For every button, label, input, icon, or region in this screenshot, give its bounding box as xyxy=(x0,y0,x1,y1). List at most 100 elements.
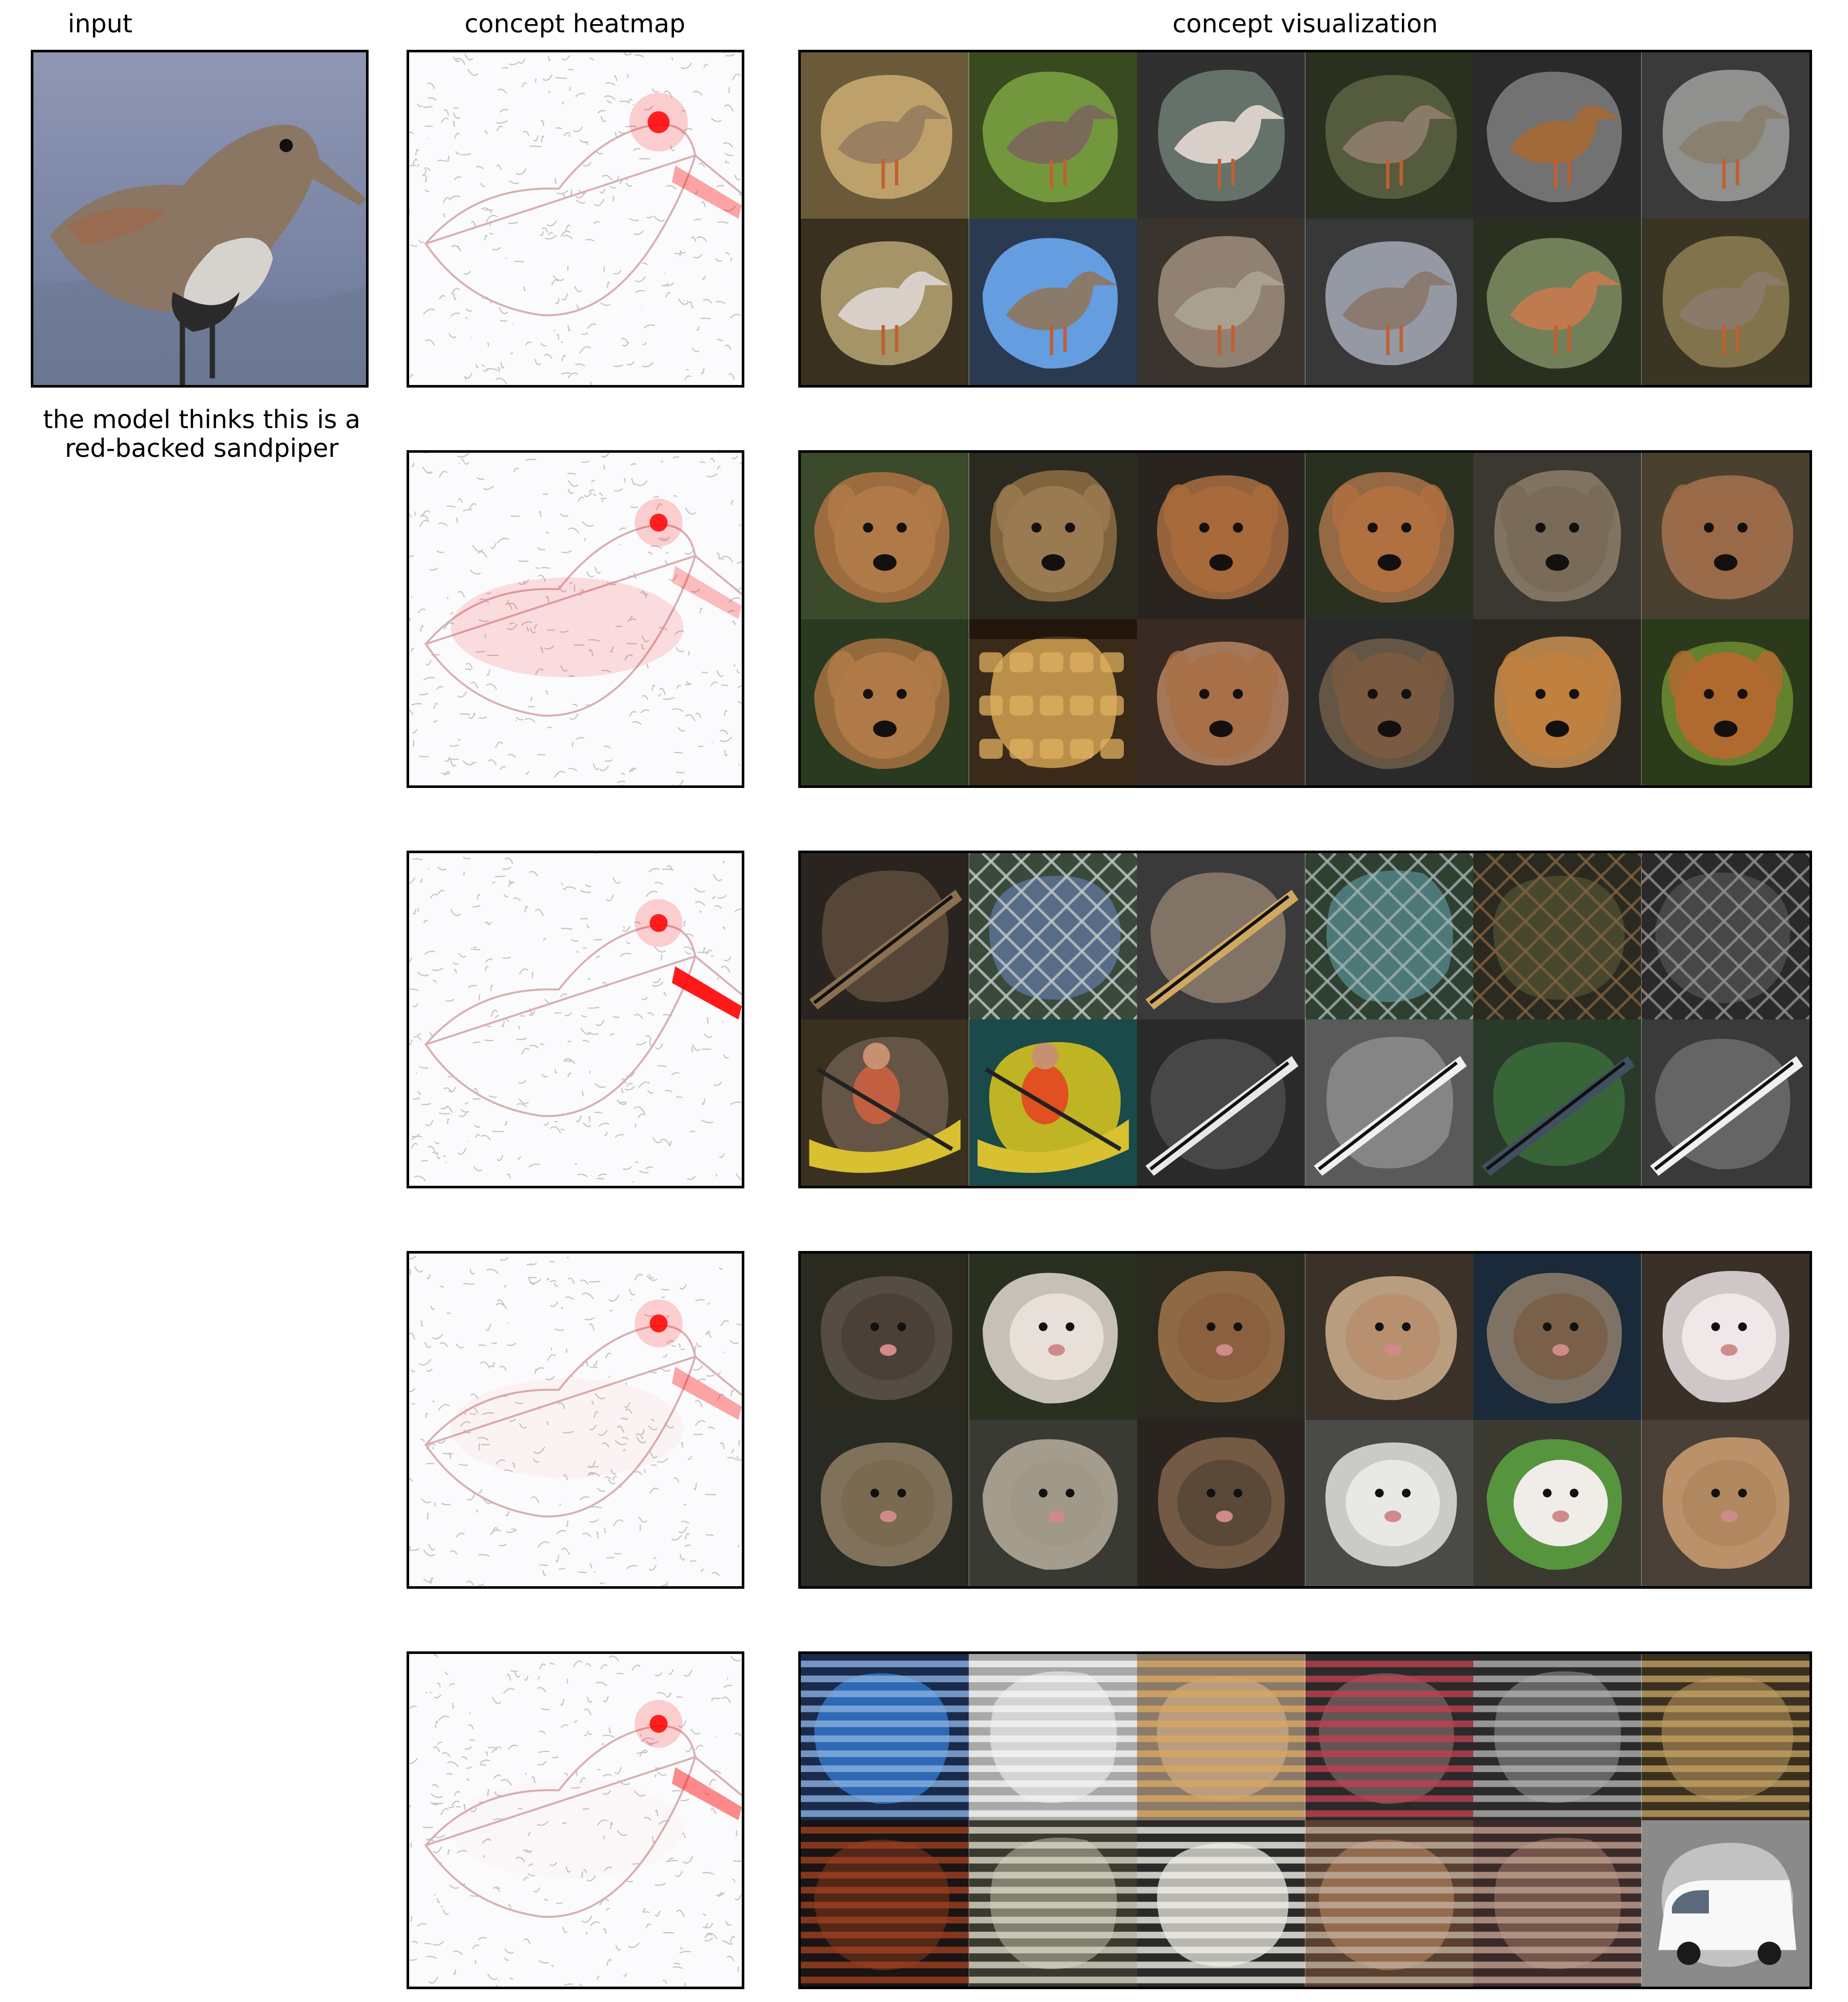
stripes-image xyxy=(801,1820,969,1987)
stripes-image xyxy=(801,1654,969,1820)
concept-3-example-6 xyxy=(1641,853,1810,1019)
concept-4-example-8 xyxy=(969,1420,1137,1586)
animal-image xyxy=(969,1420,1137,1586)
concept-2-example-6 xyxy=(1641,453,1810,619)
concept-visualization-5 xyxy=(798,1651,1812,1989)
concept-1-example-11 xyxy=(1473,219,1642,385)
visualization-column-title: concept visualization xyxy=(1172,9,1438,38)
concept-1-example-4 xyxy=(1305,52,1473,219)
concept-3-example-5 xyxy=(1473,853,1642,1019)
concept-4-example-2 xyxy=(969,1254,1137,1420)
bird-image xyxy=(1473,219,1642,385)
stripes-image xyxy=(969,1654,1137,1820)
concept-4-example-12 xyxy=(1641,1420,1810,1586)
concept-3-example-4 xyxy=(1305,853,1473,1019)
concept-3-example-9 xyxy=(1137,1019,1305,1186)
concept-5-example-2 xyxy=(969,1654,1137,1820)
stripes-image xyxy=(1305,1820,1473,1987)
concept-1-example-3 xyxy=(1137,52,1305,219)
stick-image xyxy=(1641,1019,1810,1186)
concept-4-example-1 xyxy=(801,1254,969,1420)
concept-1-example-6 xyxy=(1641,52,1810,219)
concept-visualization-1 xyxy=(798,50,1812,388)
heatmap-svg xyxy=(409,1254,742,1586)
concept-2-example-7 xyxy=(801,619,969,785)
animal-image xyxy=(1641,1420,1810,1586)
fence-image xyxy=(1473,853,1642,1019)
concept-5-example-12 xyxy=(1641,1820,1810,1987)
concept-4-example-4 xyxy=(1305,1254,1473,1420)
dog-image xyxy=(1137,453,1305,619)
stick-image xyxy=(1137,853,1305,1019)
animal-image xyxy=(1137,1254,1305,1420)
concept-heatmap-2 xyxy=(407,450,744,788)
concept-heatmap-4 xyxy=(407,1251,744,1589)
animal-image xyxy=(1305,1254,1473,1420)
concept-3-example-1 xyxy=(801,853,969,1019)
concept-1-example-5 xyxy=(1473,52,1642,219)
stick-image xyxy=(1305,1019,1473,1186)
concept-5-example-3 xyxy=(1137,1654,1305,1820)
concept-5-example-8 xyxy=(969,1820,1137,1987)
dog-image xyxy=(801,453,969,619)
concept-visualization-2 xyxy=(798,450,1812,788)
dog-image xyxy=(1137,619,1305,785)
concept-5-example-4 xyxy=(1305,1654,1473,1820)
concept-5-example-1 xyxy=(801,1654,969,1820)
dog-image xyxy=(1473,619,1642,785)
bird-image xyxy=(801,52,969,219)
concept-2-example-10 xyxy=(1305,619,1473,785)
concept-2-example-4 xyxy=(1305,453,1473,619)
concept-2-example-5 xyxy=(1473,453,1642,619)
concept-5-example-5 xyxy=(1473,1654,1642,1820)
bird-image xyxy=(801,219,969,385)
concept-3-example-10 xyxy=(1305,1019,1473,1186)
concept-3-example-8 xyxy=(969,1019,1137,1186)
concept-5-example-6 xyxy=(1641,1654,1810,1820)
stripes-image xyxy=(1137,1820,1305,1987)
dog-image xyxy=(801,619,969,785)
dog-image xyxy=(969,453,1137,619)
bird-image xyxy=(1641,52,1810,219)
animal-image xyxy=(1137,1420,1305,1586)
concept-1-example-2 xyxy=(969,52,1137,219)
dog-image xyxy=(1305,453,1473,619)
concept-2-example-8 xyxy=(969,619,1137,785)
dog-image xyxy=(1305,619,1473,785)
bird-image xyxy=(1305,52,1473,219)
concept-4-example-3 xyxy=(1137,1254,1305,1420)
concept-visualization-4 xyxy=(798,1251,1812,1589)
concept-5-example-11 xyxy=(1473,1820,1642,1987)
stick-image xyxy=(1137,1019,1305,1186)
stripes-image xyxy=(1305,1654,1473,1820)
stripes-image xyxy=(1137,1654,1305,1820)
animal-image xyxy=(801,1420,969,1586)
boat-image xyxy=(969,1019,1137,1186)
concept-1-example-1 xyxy=(801,52,969,219)
dog-image xyxy=(1641,453,1810,619)
van-image xyxy=(1641,1820,1810,1987)
bird-image xyxy=(969,219,1137,385)
stripes-image xyxy=(1473,1820,1642,1987)
concept-1-example-7 xyxy=(801,219,969,385)
concept-2-example-3 xyxy=(1137,453,1305,619)
heatmap-svg xyxy=(409,853,742,1186)
concept-3-example-12 xyxy=(1641,1019,1810,1186)
concept-2-example-12 xyxy=(1641,619,1810,785)
concept-1-example-10 xyxy=(1305,219,1473,385)
prediction-caption: the model thinks this is a red-backed sa… xyxy=(14,405,389,464)
dog-image xyxy=(1473,453,1642,619)
concept-4-example-11 xyxy=(1473,1420,1642,1586)
concept-4-example-10 xyxy=(1305,1420,1473,1586)
animal-image xyxy=(1473,1420,1642,1586)
concept-visualization-3 xyxy=(798,851,1812,1188)
concept-2-example-11 xyxy=(1473,619,1642,785)
animal-image xyxy=(1641,1254,1810,1420)
sandpiper-bird-image xyxy=(33,52,366,385)
bird-image xyxy=(1137,52,1305,219)
concept-3-example-3 xyxy=(1137,853,1305,1019)
animal-image xyxy=(801,1254,969,1420)
concept-4-example-5 xyxy=(1473,1254,1642,1420)
shop-image xyxy=(969,619,1137,785)
heatmap-svg xyxy=(409,52,742,385)
